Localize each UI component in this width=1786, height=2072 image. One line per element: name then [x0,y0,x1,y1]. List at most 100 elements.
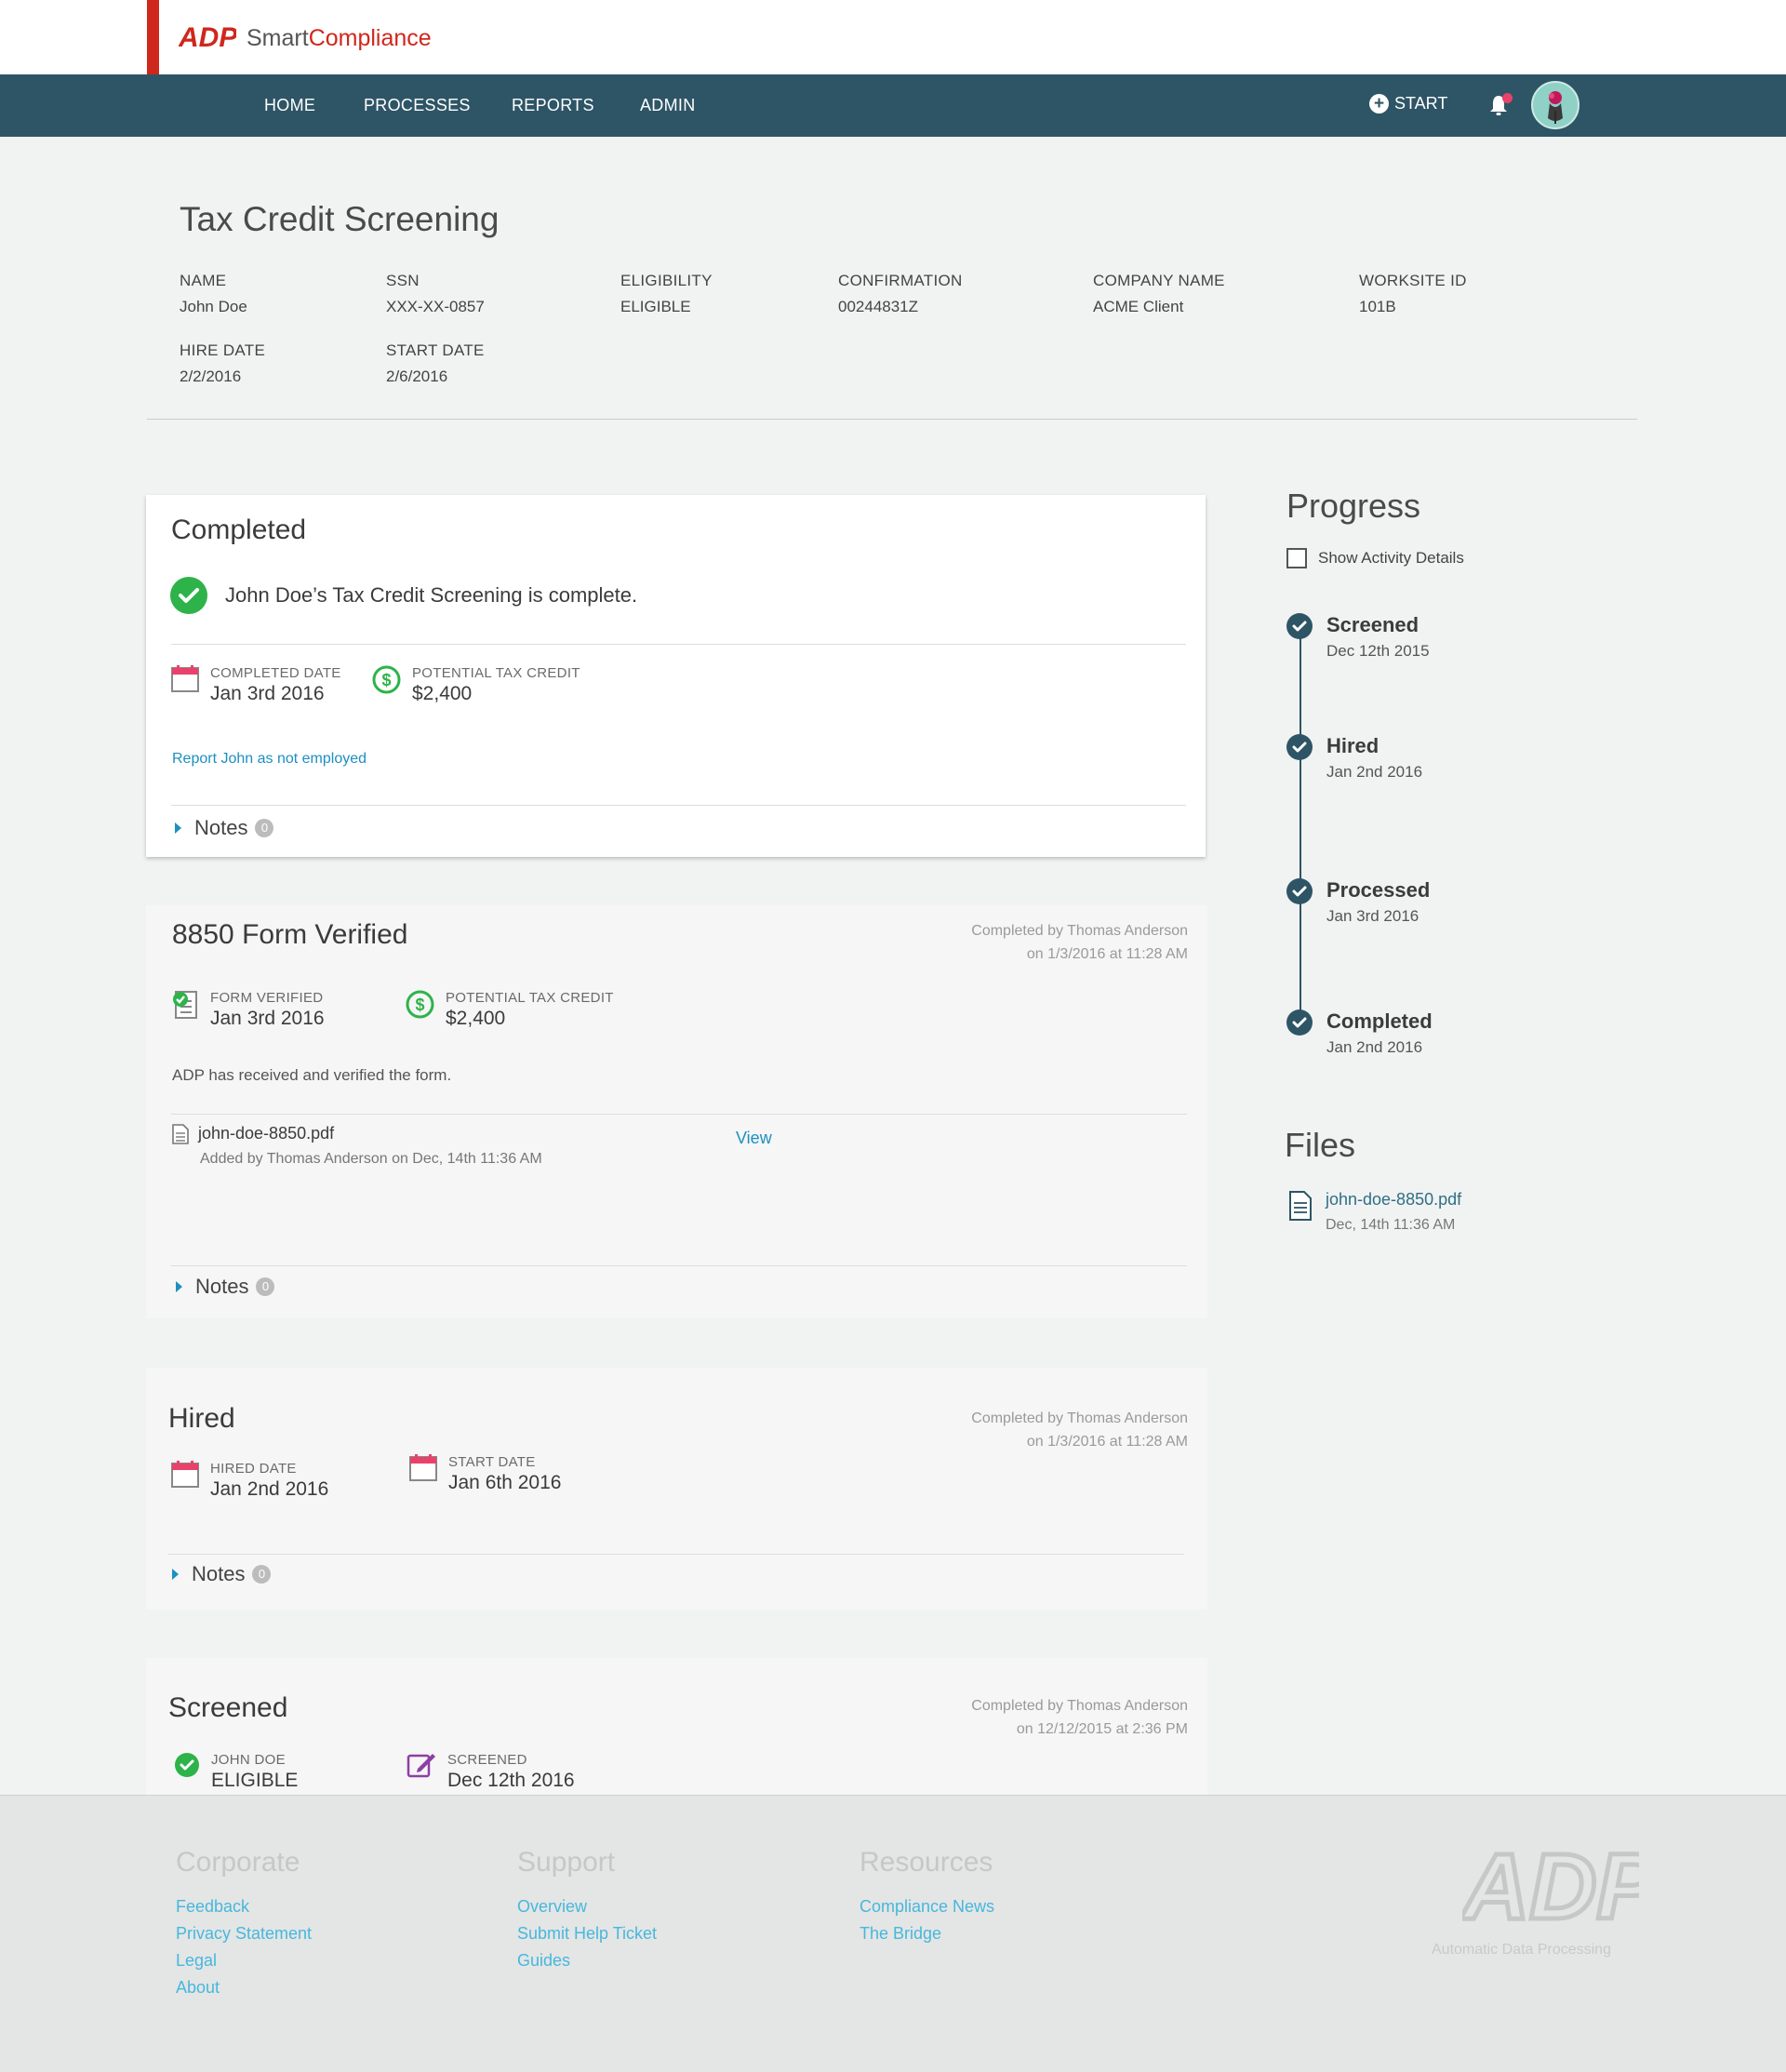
plus-circle-icon: + [1369,94,1389,114]
start-label: START [1394,94,1448,113]
footer-support: Support Overview Submit Help Ticket Guid… [517,1847,657,1978]
svg-text:$: $ [381,671,391,689]
step-name: Completed [1326,1009,1433,1033]
footer: Corporate Feedback Privacy Statement Leg… [0,1795,1786,2072]
page-title: Tax Credit Screening [180,200,500,238]
file-name: john-doe-8850.pdf [198,1124,335,1143]
screened-date-fact: SCREENED Dec 12th 2016 [407,1752,575,1792]
checkbox-box[interactable] [1286,548,1307,568]
step-name: Hired [1326,734,1379,757]
meta-label: NAME [180,272,227,289]
footer-corporate: Corporate Feedback Privacy Statement Leg… [176,1847,312,2005]
meta-label: WORKSITE ID [1359,272,1467,289]
meta-value: ACME Client [1093,298,1184,315]
svg-text:ADP: ADP [1462,1842,1639,1926]
form-verified-fact: FORM VERIFIED Jan 3rd 2016 [171,990,325,1030]
step-check-icon [1286,613,1313,639]
divider [168,1554,1184,1555]
step-date: Jan 2nd 2016 [1326,763,1423,781]
completed-byline: Completed by Thomas Anderson on 12/12/201… [971,1694,1188,1741]
meta-value: 101B [1359,298,1396,315]
meta-name: NAME John Doe [180,272,247,316]
user-avatar[interactable] [1531,81,1579,129]
notes-label: Notes [192,1562,246,1585]
side-file-date: Dec, 14th 11:36 AM [1326,1217,1456,1233]
footer-link-privacy[interactable]: Privacy Statement [176,1924,312,1944]
footer-adp-logo: ADP [1458,1833,1661,1942]
nav-reports[interactable]: REPORTS [512,96,594,115]
footer-link-legal[interactable]: Legal [176,1951,312,1971]
byline-author: Completed by Thomas Anderson [971,1698,1188,1714]
brand-accent-strip [147,0,159,74]
meta-company-name: COMPANY NAME ACME Client [1093,272,1225,316]
footer-link-feedback[interactable]: Feedback [176,1897,312,1917]
edit-form-icon [407,1754,435,1778]
footer-link-about[interactable]: About [176,1978,312,1998]
document-check-icon [173,991,197,1019]
screened-card: Screened Completed by Thomas Anderson on … [146,1658,1207,1795]
meta-value: 2/6/2016 [386,368,448,385]
byline-author: Completed by Thomas Anderson [971,1410,1188,1426]
footer-link-compliance-news[interactable]: Compliance News [860,1897,994,1917]
notes-toggle[interactable]: Notes 0 [172,1562,272,1586]
fact-label: POTENTIAL TAX CREDIT [446,990,614,1006]
fact-value: Jan 3rd 2016 [210,1008,325,1029]
completion-text: John Doe’s Tax Credit Screening is compl… [225,583,638,607]
footer-link-help-ticket[interactable]: Submit Help Ticket [517,1924,657,1944]
tax-credit-fact: $ POTENTIAL TAX CREDIT $2,400 [372,665,580,705]
notification-dot [1502,93,1513,103]
dollar-circle-icon: $ [406,990,434,1019]
caret-right-icon [175,822,181,834]
side-file-item: john-doe-8850.pdf Dec, 14th 11:36 AM [1288,1190,1461,1234]
fact-value: Dec 12th 2016 [447,1770,575,1791]
fact-label: SCREENED [447,1752,527,1768]
fact-value: Jan 2nd 2016 [210,1478,329,1500]
meta-value: 00244831Z [838,298,919,315]
step-check-icon [1286,878,1313,904]
view-file-link[interactable]: View [736,1129,772,1148]
svg-text:$: $ [415,996,424,1014]
notifications-bell-icon[interactable] [1486,93,1513,117]
calendar-icon [171,1461,199,1488]
start-button[interactable]: + START [1369,94,1447,114]
adp-logo[interactable]: ADP [179,22,236,52]
fact-value: Jan 6th 2016 [448,1472,562,1493]
start-date-fact: START DATE Jan 6th 2016 [409,1454,561,1494]
meta-label: SSN [386,272,420,289]
footer-link-guides[interactable]: Guides [517,1951,657,1971]
divider [171,1114,1187,1115]
step-check-icon [1286,734,1313,760]
footer-link-the-bridge[interactable]: The Bridge [860,1924,994,1944]
report-not-employed-link[interactable]: Report John as not employed [172,751,367,768]
fact-label: JOHN DOE [211,1752,286,1768]
show-activity-details-checkbox[interactable]: Show Activity Details [1286,548,1464,568]
footer-heading: Resources [860,1847,993,1878]
step-name: Processed [1326,878,1431,902]
meta-confirmation: CONFIRMATION 00244831Z [838,272,963,316]
fact-label: HIRED DATE [210,1461,297,1477]
meta-label: COMPANY NAME [1093,272,1225,289]
meta-label: START DATE [386,341,485,359]
notes-label: Notes [195,1275,249,1298]
notes-toggle[interactable]: Notes 0 [176,1275,275,1299]
hired-date-fact: HIRED DATE Jan 2nd 2016 [171,1461,328,1501]
nav-processes[interactable]: PROCESSES [364,96,471,115]
header-divider [147,419,1637,420]
meta-value: 2/2/2016 [180,368,242,385]
side-file-link[interactable]: john-doe-8850.pdf [1326,1190,1461,1210]
meta-eligibility: ELIGIBILITY ELIGIBLE [620,272,713,316]
notes-toggle[interactable]: Notes 0 [175,816,274,840]
nav-home[interactable]: HOME [264,96,315,115]
caret-right-icon [176,1281,182,1292]
completed-date-fact: COMPLETED DATE Jan 3rd 2016 [171,665,341,705]
hired-card: Hired Completed by Thomas Anderson on 1/3… [146,1368,1207,1610]
fact-value: $2,400 [412,683,473,704]
nav-admin[interactable]: ADMIN [640,96,696,115]
completed-byline: Completed by Thomas Anderson on 1/3/2016 … [971,1407,1188,1453]
meta-value: XXX-XX-0857 [386,298,485,315]
notes-count-badge: 0 [252,1565,272,1584]
fact-label: FORM VERIFIED [210,990,324,1006]
fact-label: POTENTIAL TAX CREDIT [412,665,580,681]
footer-heading: Corporate [176,1847,300,1878]
footer-link-overview[interactable]: Overview [517,1897,657,1917]
